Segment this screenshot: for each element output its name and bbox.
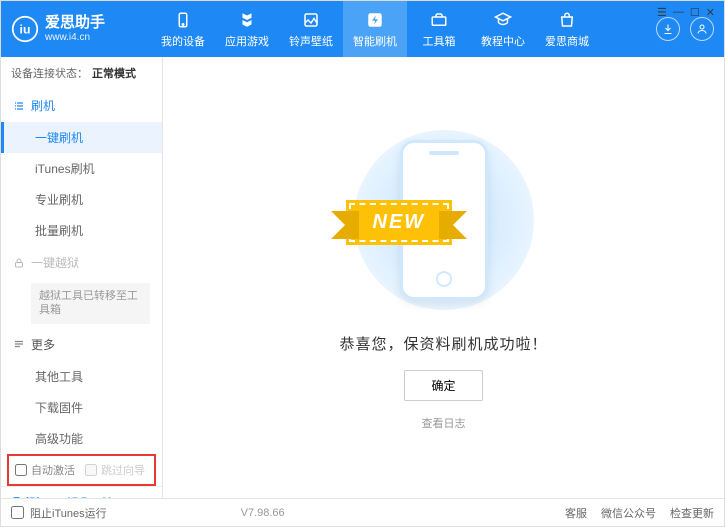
apps-icon: [237, 10, 257, 30]
nav-tutorials[interactable]: 教程中心: [471, 1, 535, 57]
minimize-icon[interactable]: —: [673, 6, 684, 19]
new-ribbon: NEW: [349, 203, 450, 242]
device-icon: [173, 10, 193, 30]
lock-icon: [13, 257, 25, 269]
nav-ringtone-wallpaper[interactable]: 铃声壁纸: [279, 1, 343, 57]
success-message: 恭喜您，保资料刷机成功啦！: [339, 333, 547, 354]
user-button[interactable]: [690, 17, 714, 41]
nav-smart-flash[interactable]: 智能刷机: [343, 1, 407, 57]
sidebar-item-one-click-flash[interactable]: 一键刷机: [1, 122, 162, 153]
nav-label: 工具箱: [423, 33, 456, 49]
nav-label: 智能刷机: [353, 33, 397, 49]
skip-guide-checkbox[interactable]: 跳过向导: [85, 462, 145, 478]
nav-label: 教程中心: [481, 33, 525, 49]
app-logo-icon: iu: [11, 15, 39, 43]
nav-mall[interactable]: 爱思商城: [535, 1, 599, 57]
more-icon: [13, 338, 25, 350]
connection-status: 设备连接状态：正常模式: [1, 57, 162, 89]
wallpaper-icon: [301, 10, 321, 30]
jailbreak-tip: 越狱工具已转移至工具箱: [31, 283, 150, 324]
nav-label: 应用游戏: [225, 33, 269, 49]
list-icon: [13, 100, 25, 112]
window-controls: ☰ — ☐ ✕: [657, 6, 715, 19]
flash-icon: [365, 10, 385, 30]
success-illustration: NEW: [349, 125, 539, 315]
footer: 阻止iTunes运行 V7.98.66 客服 微信公众号 检查更新: [1, 498, 724, 526]
app-title: 爱思助手: [45, 15, 105, 32]
app-header: iu 爱思助手 www.i4.cn 我的设备 应用游戏 铃声壁纸 智能刷: [1, 1, 724, 57]
sidebar: 设备连接状态：正常模式 刷机 一键刷机 iTunes刷机 专业刷机 批量刷机 一…: [1, 57, 163, 498]
tutorial-icon: [493, 10, 513, 30]
mall-icon: [557, 10, 577, 30]
sidebar-item-advanced[interactable]: 高级功能: [1, 423, 162, 454]
auto-activate-checkbox[interactable]: 自动激活: [15, 462, 75, 478]
section-flash[interactable]: 刷机: [1, 89, 162, 122]
svg-text:iu: iu: [20, 22, 31, 36]
footer-link-wechat[interactable]: 微信公众号: [601, 505, 656, 521]
sidebar-item-other-tools[interactable]: 其他工具: [1, 361, 162, 392]
block-itunes-checkbox[interactable]: 阻止iTunes运行: [11, 505, 107, 521]
download-button[interactable]: [656, 17, 680, 41]
toolbox-icon: [429, 10, 449, 30]
app-url: www.i4.cn: [45, 32, 105, 43]
top-nav: 我的设备 应用游戏 铃声壁纸 智能刷机 工具箱 教程中心: [151, 1, 599, 57]
main-panel: NEW 恭喜您，保资料刷机成功啦！ 确定 查看日志: [163, 57, 724, 498]
nav-label: 铃声壁纸: [289, 33, 333, 49]
nav-apps-games[interactable]: 应用游戏: [215, 1, 279, 57]
view-log-link[interactable]: 查看日志: [422, 415, 466, 431]
version-label: V7.98.66: [241, 507, 285, 519]
sidebar-item-itunes-flash[interactable]: iTunes刷机: [1, 153, 162, 184]
section-more[interactable]: 更多: [1, 328, 162, 361]
device-info: iPhone 15 Pro Max 512GB iPhone: [1, 486, 162, 498]
ok-button[interactable]: 确定: [404, 370, 482, 401]
nav-toolbox[interactable]: 工具箱: [407, 1, 471, 57]
sidebar-item-batch-flash[interactable]: 批量刷机: [1, 215, 162, 246]
section-jailbreak: 一键越狱: [1, 246, 162, 279]
footer-link-support[interactable]: 客服: [565, 505, 587, 521]
close-icon[interactable]: ✕: [706, 6, 715, 19]
maximize-icon[interactable]: ☐: [690, 6, 700, 19]
sidebar-item-download-firmware[interactable]: 下载固件: [1, 392, 162, 423]
sidebar-item-pro-flash[interactable]: 专业刷机: [1, 184, 162, 215]
nav-my-device[interactable]: 我的设备: [151, 1, 215, 57]
menu-icon[interactable]: ☰: [657, 6, 667, 19]
footer-link-update[interactable]: 检查更新: [670, 505, 714, 521]
sidebar-options: 自动激活 跳过向导: [7, 454, 156, 486]
nav-label: 爱思商城: [545, 33, 589, 49]
logo-area: iu 爱思助手 www.i4.cn: [11, 15, 151, 43]
nav-label: 我的设备: [161, 33, 205, 49]
